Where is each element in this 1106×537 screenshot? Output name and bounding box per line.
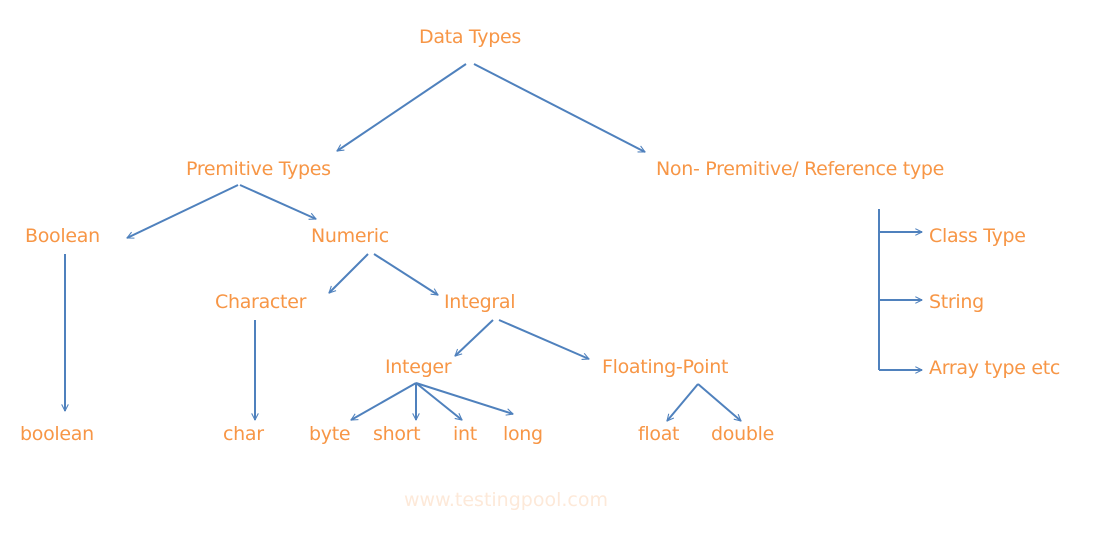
node-character: Character	[215, 291, 307, 313]
edge-integral-floating	[498, 319, 589, 359]
watermark: www.testingpool.com	[404, 489, 608, 511]
node-integral: Integral	[444, 291, 516, 313]
node-floating-point: Floating-Point	[602, 356, 729, 378]
edge-primitive-numeric	[239, 184, 316, 220]
edge-floating-float	[666, 383, 699, 421]
edge-integral-integer	[455, 319, 494, 356]
node-boolean: boolean	[20, 423, 94, 445]
node-double: double	[711, 423, 774, 445]
edge-primitive-boolean	[127, 184, 239, 239]
node-char: char	[223, 423, 264, 445]
node-integer: Integer	[385, 356, 452, 378]
node-array-type: Array type etc	[929, 357, 1061, 379]
edge-floating-double	[697, 383, 741, 421]
edge-numeric-character	[329, 253, 369, 293]
node-string: String	[929, 291, 984, 313]
node-short: short	[373, 423, 421, 445]
node-long: long	[503, 423, 543, 445]
node-byte: byte	[309, 423, 351, 445]
edge-root-non-primitive	[473, 63, 645, 153]
node-data-types: Data Types	[419, 26, 521, 48]
edge-numeric-integral	[373, 253, 438, 296]
edge-root-primitive	[337, 63, 467, 152]
node-numeric: Numeric	[311, 225, 389, 247]
node-boolean-group: Boolean	[25, 225, 100, 247]
data-types-diagram: Data Types Premitive Types Non- Premitiv…	[0, 0, 1106, 537]
node-class-type: Class Type	[929, 225, 1026, 247]
diagram-edges	[0, 63, 1106, 537]
node-int: int	[453, 423, 477, 445]
node-float: float	[638, 423, 680, 445]
edge-integer-int	[415, 382, 462, 421]
node-primitive-types: Premitive Types	[186, 158, 331, 180]
edge-integer-long	[415, 382, 513, 414]
node-non-primitive-types: Non- Premitive/ Reference type	[656, 158, 945, 180]
edge-integer-byte	[351, 382, 417, 421]
